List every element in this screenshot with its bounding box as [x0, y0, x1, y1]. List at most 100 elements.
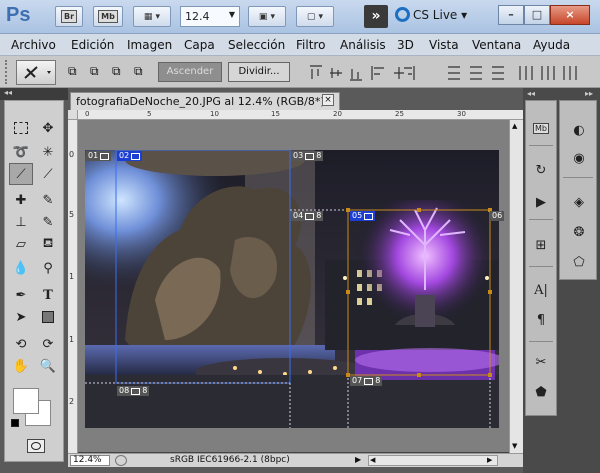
toolbar-header[interactable]: ◂◂: [0, 88, 68, 100]
options-bar-grip[interactable]: [5, 60, 11, 84]
slice-handle[interactable]: [417, 208, 421, 212]
history-brush-tool[interactable]: ✎: [36, 211, 60, 233]
ruler-tick-label: 20: [333, 110, 342, 118]
menu-seleccion[interactable]: Selección: [228, 38, 285, 52]
3d-rotate-tool[interactable]: ⟲: [9, 333, 33, 355]
slice-handle[interactable]: [488, 290, 492, 294]
maximize-button[interactable]: □: [524, 5, 550, 25]
scroll-right-icon[interactable]: ▶: [487, 456, 492, 464]
collapse-panels-icon[interactable]: ▸▸: [585, 89, 593, 98]
menu-imagen[interactable]: Imagen: [127, 38, 172, 52]
horizontal-scrollbar[interactable]: ◀ ▶: [368, 455, 498, 466]
document-tab[interactable]: fotografiaDeNoche_20.JPG al 12.4% (RGB/8…: [70, 92, 340, 110]
brush-tool[interactable]: ✎: [36, 189, 60, 211]
close-button[interactable]: ×: [550, 5, 590, 25]
rectangle-tool[interactable]: [36, 306, 60, 328]
scroll-down-icon[interactable]: ▼: [512, 442, 517, 450]
menu-3d[interactable]: 3D: [397, 38, 414, 52]
zoom-level-select[interactable]: 12.4 ▼: [180, 6, 240, 27]
status-menu-arrow-icon[interactable]: ▶: [355, 455, 361, 464]
menu-filtro[interactable]: Filtro: [296, 38, 325, 52]
bridge-button[interactable]: Br: [55, 6, 83, 27]
slice-select-tool[interactable]: ⟋: [9, 163, 33, 185]
menu-archivo[interactable]: Archivo: [11, 38, 56, 52]
scroll-left-icon[interactable]: ◀: [370, 456, 375, 464]
lasso-tool[interactable]: ➰: [9, 141, 33, 163]
clone-stamp-tool[interactable]: ⊥: [9, 211, 33, 233]
move-tool[interactable]: ✥: [36, 117, 60, 139]
zoom-tool[interactable]: 🔍: [36, 355, 60, 377]
tool-presets-panel-button[interactable]: ✂: [531, 353, 551, 371]
masks-panel-button[interactable]: ◉: [569, 149, 589, 167]
slice-04-label[interactable]: 04 8: [291, 211, 324, 221]
hand-tool[interactable]: ✋: [9, 355, 33, 377]
menu-analisis[interactable]: Análisis: [340, 38, 386, 52]
scroll-up-icon[interactable]: ▲: [512, 122, 517, 130]
vertical-ruler[interactable]: 0 5 1 1 2: [68, 110, 78, 453]
status-menu-icon[interactable]: [115, 455, 127, 466]
slice-05-label[interactable]: 05: [350, 211, 376, 221]
drop-icon: 💧: [12, 260, 30, 276]
eyedropper-tool[interactable]: ⟋: [36, 163, 60, 185]
slice-08-label[interactable]: 08 8: [117, 386, 150, 396]
quick-mask-button[interactable]: [27, 439, 45, 453]
slice-02-label[interactable]: 02: [117, 151, 143, 161]
send-backward-icon[interactable]: ⧉: [112, 64, 130, 82]
history-panel-button[interactable]: ↻: [531, 161, 551, 179]
dodge-tool[interactable]: ⚲: [36, 257, 60, 279]
path-selection-tool[interactable]: ➤: [9, 306, 33, 328]
minibridge-button[interactable]: Mb: [93, 6, 123, 27]
menu-vista[interactable]: Vista: [429, 38, 459, 52]
channels-panel-button[interactable]: ❂: [569, 223, 589, 241]
slice-03-label[interactable]: 03 8: [291, 151, 324, 161]
minibridge-panel-button[interactable]: Mb: [531, 119, 551, 137]
eraser-tool[interactable]: ▱: [9, 233, 33, 255]
paragraph-panel-button[interactable]: ¶: [531, 311, 551, 329]
slice-handle[interactable]: [346, 290, 350, 294]
default-colors-icon[interactable]: [11, 419, 19, 427]
3d-orbit-tool[interactable]: ⟳: [36, 333, 60, 355]
ascender-button[interactable]: Ascender: [158, 62, 222, 82]
expand-panels-icon[interactable]: ◂◂: [527, 89, 535, 98]
character-panel-button[interactable]: A|: [531, 281, 551, 299]
slice-07-label[interactable]: 07 8: [350, 376, 383, 386]
menu-ventana[interactable]: Ventana: [472, 38, 521, 52]
send-back-icon[interactable]: ⧉: [134, 64, 152, 82]
actions-panel-button[interactable]: ▶: [531, 193, 551, 211]
bring-front-icon[interactable]: ⧉: [68, 64, 86, 82]
paths-panel-button[interactable]: ⬠: [569, 253, 589, 271]
slice-handle[interactable]: [417, 373, 421, 377]
clone-source-panel-button[interactable]: ⊞: [531, 236, 551, 254]
menu-edicion[interactable]: Edición: [71, 38, 114, 52]
foreground-color-swatch[interactable]: [13, 388, 39, 414]
type-tool[interactable]: T: [36, 284, 60, 306]
menu-capa[interactable]: Capa: [184, 38, 215, 52]
pen-tool[interactable]: ✒: [9, 284, 33, 306]
marquee-tool[interactable]: [9, 117, 33, 139]
bring-forward-icon[interactable]: ⧉: [90, 64, 108, 82]
ruler-origin[interactable]: [68, 110, 78, 120]
screen-mode-button[interactable]: ▢ ▾: [296, 6, 334, 27]
menu-ayuda[interactable]: Ayuda: [533, 38, 570, 52]
blur-tool[interactable]: 💧: [9, 257, 33, 279]
tool-preset-picker[interactable]: [16, 60, 56, 85]
cs-live-menu[interactable]: CS Live ▾: [413, 8, 467, 22]
arrange-documents-button[interactable]: ▣ ▾: [248, 6, 286, 27]
slice-01-label[interactable]: 01: [86, 151, 112, 161]
horizontal-ruler[interactable]: 0 5 10 15 20 25 30: [77, 110, 523, 120]
status-zoom-field[interactable]: 12.4%: [70, 455, 110, 466]
vertical-scrollbar[interactable]: ▲ ▼: [509, 120, 523, 453]
paint-bucket-tool[interactable]: ⛾: [36, 233, 60, 255]
view-extras-button[interactable]: ▦ ▾: [133, 6, 171, 27]
3d-panel-button[interactable]: ⬟: [531, 383, 551, 401]
dividir-button[interactable]: Dividir...: [228, 62, 290, 82]
healing-brush-tool[interactable]: ✚: [9, 189, 33, 211]
layers-panel-button[interactable]: ◈: [569, 193, 589, 211]
extensions-button[interactable]: »: [364, 5, 388, 28]
magic-wand-tool[interactable]: ✳: [36, 141, 60, 163]
adjustments-panel-button[interactable]: ◐: [569, 121, 589, 139]
slice-06-label[interactable]: 06: [490, 211, 505, 221]
slice-handle[interactable]: [488, 373, 492, 377]
document-tab-close-button[interactable]: ×: [322, 94, 334, 106]
minimize-button[interactable]: –: [498, 5, 524, 25]
